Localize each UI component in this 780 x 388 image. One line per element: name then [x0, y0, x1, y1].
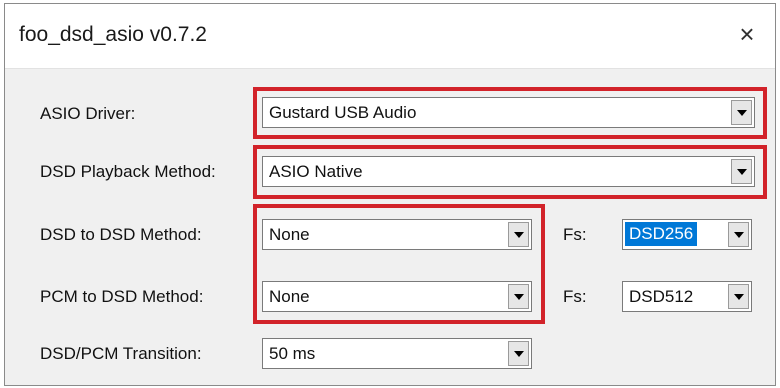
asio-driver-label: ASIO Driver:: [40, 104, 136, 123]
dsd-pcm-transition-select[interactable]: 50 ms: [262, 338, 532, 369]
fs-dsd-to-dsd-select[interactable]: DSD256: [622, 219, 752, 250]
dialog-window: foo_dsd_asio v0.7.2 × ASIO Driver: Gusta…: [4, 3, 776, 386]
chevron-down-icon[interactable]: [508, 222, 529, 247]
chevron-down-icon[interactable]: [728, 284, 749, 309]
pcm-to-dsd-method-value: None: [269, 287, 310, 306]
fs-pcm-to-dsd-label: Fs:: [563, 287, 587, 306]
chevron-down-icon[interactable]: [728, 222, 749, 247]
dsd-playback-method-value: ASIO Native: [269, 162, 363, 181]
window-title: foo_dsd_asio v0.7.2: [19, 23, 207, 46]
chevron-down-icon[interactable]: [508, 284, 529, 309]
chevron-down-icon[interactable]: [731, 100, 752, 125]
chevron-down-icon[interactable]: [731, 159, 752, 184]
pcm-to-dsd-method-select[interactable]: None: [262, 281, 532, 312]
asio-driver-select[interactable]: Gustard USB Audio: [262, 97, 755, 128]
chevron-down-icon[interactable]: [508, 341, 529, 366]
dsd-pcm-transition-value: 50 ms: [269, 344, 316, 363]
dsd-playback-method-select[interactable]: ASIO Native: [262, 156, 755, 187]
fs-pcm-to-dsd-value: DSD512: [629, 287, 694, 306]
close-icon[interactable]: ×: [729, 16, 765, 52]
asio-driver-value: Gustard USB Audio: [269, 103, 417, 122]
title-bar: foo_dsd_asio v0.7.2 ×: [5, 4, 775, 69]
fs-pcm-to-dsd-select[interactable]: DSD512: [622, 281, 752, 312]
dsd-pcm-transition-label: DSD/PCM Transition:: [40, 344, 202, 363]
dsd-to-dsd-method-label: DSD to DSD Method:: [40, 225, 202, 244]
fs-dsd-to-dsd-value: DSD256: [625, 222, 698, 246]
dsd-to-dsd-method-value: None: [269, 225, 310, 244]
pcm-to-dsd-method-label: PCM to DSD Method:: [40, 287, 204, 306]
dsd-playback-method-label: DSD Playback Method:: [40, 162, 216, 181]
fs-dsd-to-dsd-label: Fs:: [563, 225, 587, 244]
dsd-to-dsd-method-select[interactable]: None: [262, 219, 532, 250]
